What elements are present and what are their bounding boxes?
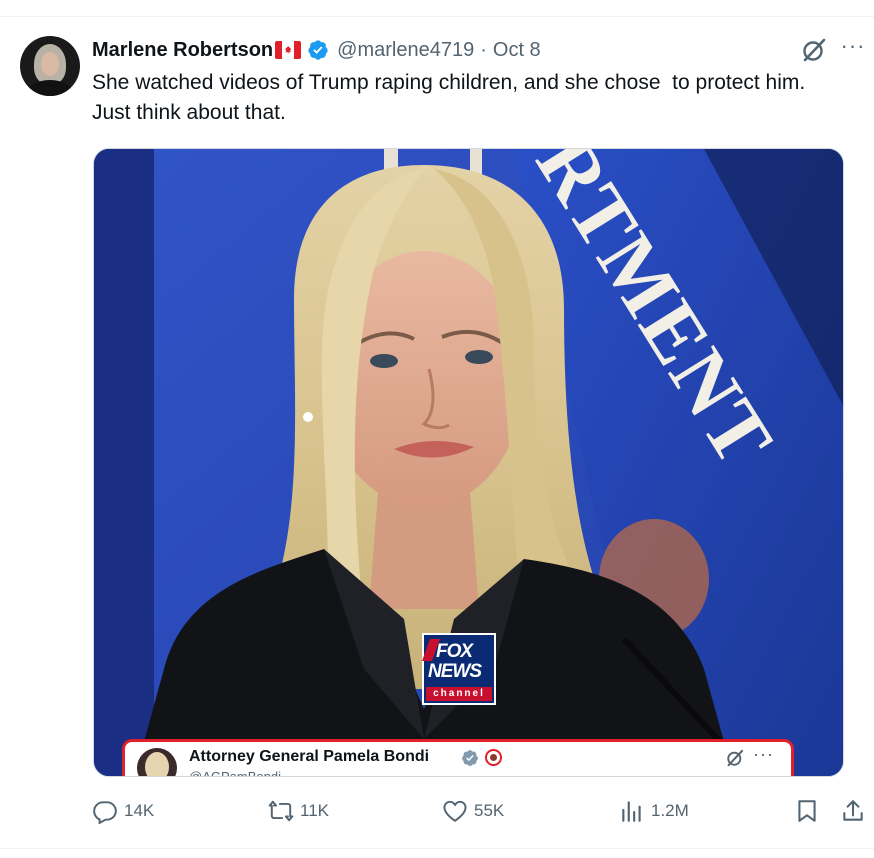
embedded-verified-icon [461,749,479,767]
action-bar: 14K 11K 55K 1.2M [92,795,868,827]
tweet-media[interactable]: RTMENT FOX NEWS channel Attorney General… [93,148,844,777]
reply-icon [93,801,117,824]
fox-logo-middle: NEWS [428,661,482,682]
reply-count: 14K [124,801,155,820]
repost-button[interactable]: 11K [268,795,329,827]
bookmark-button[interactable] [794,795,826,827]
like-count: 55K [474,801,505,820]
grok-icon[interactable] [800,36,828,64]
tweet-text: She watched videos of Trump raping child… [92,71,817,124]
author-avatar[interactable] [20,36,80,96]
fox-news-logo: FOX NEWS channel [421,633,496,705]
views-icon [622,801,641,822]
embedded-author-name: Attorney General Pamela Bondi [189,748,430,765]
embedded-avatar [137,748,177,776]
fox-logo-top: FOX [436,641,473,662]
repost-icon [268,800,294,822]
share-icon [843,800,863,821]
separator-dot: · [480,38,487,61]
embedded-post-card: Attorney General Pamela Bondi @AGPamBond… [122,739,794,777]
embedded-author-handle: @AGPamBondi [189,769,281,777]
tweet-header: Marlene Robertson @marlene4719 · Oct 8 [92,37,541,63]
bottom-divider [0,848,874,849]
author-handle[interactable]: @marlene4719 [337,39,474,62]
like-icon [443,800,467,822]
author-name[interactable]: Marlene Robertson [92,39,273,62]
top-divider [0,16,874,17]
repost-count: 11K [300,801,329,820]
verified-badge-icon[interactable] [307,39,329,61]
bookmark-icon [798,800,816,822]
embedded-affiliation-badge-icon [485,749,502,766]
tweet-date[interactable]: Oct 8 [493,39,541,62]
reply-button[interactable]: 14K [92,795,154,827]
embedded-grok-icon [725,748,745,768]
like-button[interactable]: 55K [442,795,504,827]
views-button[interactable]: 1.2M [619,795,689,827]
views-count: 1.2M [651,801,689,820]
canada-flag-icon [275,41,302,59]
share-button[interactable] [840,795,872,827]
more-options-icon[interactable]: ··· [838,35,868,64]
embedded-more-icon: ··· [753,744,774,764]
fox-logo-bottom: channel [426,687,492,701]
